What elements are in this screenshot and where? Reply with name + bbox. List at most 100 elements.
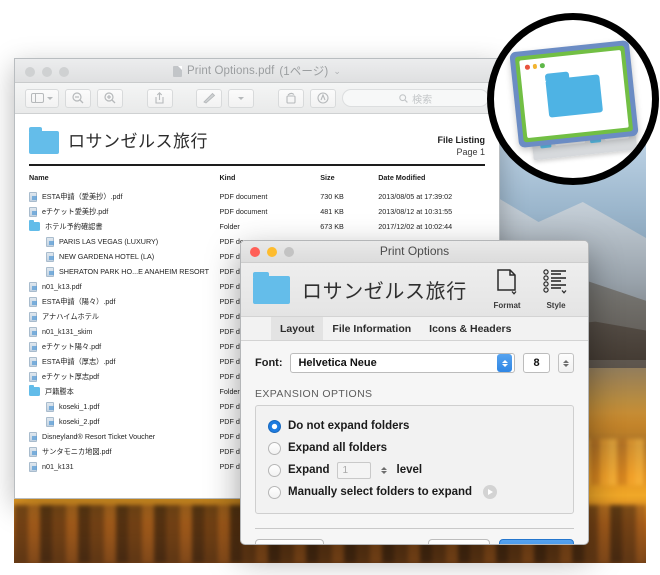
pdf-icon bbox=[29, 341, 37, 352]
table-row: ESTA申請（愛美抄）.pdf PDF document 730 KB 2013/08… bbox=[29, 189, 485, 204]
minimize-light-icon bbox=[532, 63, 538, 69]
file-name-text: n01_k131_skim bbox=[42, 327, 93, 336]
pdf-icon bbox=[46, 416, 54, 427]
expand-level-suffix: level bbox=[396, 464, 423, 476]
file-name-text: 戸籍謄本 bbox=[45, 386, 74, 396]
radio-row-expand-level[interactable]: Expand 1 level bbox=[268, 459, 561, 481]
file-name-cell: n01_k131_skim bbox=[29, 326, 219, 337]
pdf-icon bbox=[29, 431, 37, 442]
file-name-text: Disneyland® Resort Ticket Voucher bbox=[42, 432, 156, 441]
file-name-text: ESTA申請（陽々）.pdf bbox=[42, 296, 116, 306]
font-size-input[interactable]: 8 bbox=[523, 353, 550, 373]
cell-name: koseki_1.pdf bbox=[29, 399, 219, 414]
file-name-cell: ESTA申請（愛美抄）.pdf bbox=[29, 191, 219, 202]
window-canvas bbox=[519, 49, 629, 139]
column-header-name: Name bbox=[29, 173, 49, 182]
font-family-value: Helvetica Neue bbox=[298, 357, 377, 369]
markup-dropdown-button[interactable] bbox=[228, 88, 255, 108]
cell-name: koseki_2.pdf bbox=[29, 414, 219, 429]
font-size-stepper[interactable] bbox=[558, 353, 574, 373]
cell-kind: PDF document bbox=[219, 192, 268, 201]
file-name-text: NEW GARDENA HOTEL (LA) bbox=[59, 252, 155, 261]
expand-level-input[interactable]: 1 bbox=[336, 461, 371, 479]
file-name-text: ホテル予約確認書 bbox=[45, 221, 103, 231]
pdf-icon bbox=[29, 311, 37, 322]
radio-expand-level[interactable] bbox=[268, 463, 281, 477]
pdf-toolbar: 検索 bbox=[15, 83, 499, 114]
file-name-text: koseki_1.pdf bbox=[59, 402, 100, 411]
file-name-cell: NEW GARDENA HOTEL (LA) bbox=[29, 251, 219, 262]
font-family-select[interactable]: Helvetica Neue bbox=[290, 353, 515, 373]
expand-level-stepper[interactable] bbox=[378, 462, 390, 479]
tab-file-information[interactable]: File Information bbox=[323, 317, 420, 340]
file-name-cell: ホテル予約確認書 bbox=[29, 220, 219, 232]
format-button[interactable]: Format bbox=[489, 269, 525, 310]
file-name-cell: eチケット愛美抄.pdf bbox=[29, 206, 219, 217]
rotate-button[interactable] bbox=[278, 88, 305, 108]
presets-button[interactable]: Presets bbox=[255, 539, 324, 544]
file-name-cell: サンタモニカ地図.pdf bbox=[29, 446, 219, 457]
chevron-down-icon[interactable]: ⌄ bbox=[333, 66, 341, 77]
print-button[interactable]: Print bbox=[498, 539, 574, 544]
column-header-date: Date Modified bbox=[378, 173, 426, 182]
cell-name: 戸籍謄本 bbox=[29, 384, 219, 399]
zoom-out-button[interactable] bbox=[65, 88, 91, 108]
share-button[interactable] bbox=[146, 88, 173, 108]
pdf-page-meta: File Listing Page 1 bbox=[437, 130, 485, 158]
cell-date: 2013/08/05 at 17:39:02 bbox=[378, 192, 453, 201]
file-name-text: koseki_2.pdf bbox=[59, 417, 100, 426]
font-size-value: 8 bbox=[533, 357, 540, 369]
table-row: eチケット愛美抄.pdf PDF document 481 KB 2013/08/12… bbox=[29, 204, 485, 219]
pdf-window-title: Print Options.pdf (1ページ) ⌄ bbox=[15, 63, 499, 79]
table-header-row: Name Kind Size Date Modified bbox=[29, 173, 485, 189]
radio-manual-select[interactable] bbox=[268, 485, 281, 499]
cell-name: NEW GARDENA HOTEL (LA) bbox=[29, 249, 219, 264]
cell-name: ESTA申請（厚志）.pdf bbox=[29, 354, 219, 369]
radio-expand-all[interactable] bbox=[268, 441, 281, 455]
chevron-down-icon bbox=[47, 96, 53, 100]
sidebar-icon bbox=[31, 93, 44, 103]
dialog-tab-bar: Layout File Information Icons & Headers bbox=[241, 317, 588, 341]
sidebar-toggle-button[interactable] bbox=[25, 88, 59, 108]
font-family-stepper-icon bbox=[497, 354, 512, 372]
cell-kind: Folder bbox=[219, 222, 240, 231]
cell-kind: PDF document bbox=[219, 207, 268, 216]
tab-layout[interactable]: Layout bbox=[271, 317, 324, 340]
folder-icon bbox=[29, 220, 40, 231]
search-icon bbox=[399, 93, 408, 103]
radio-row-expand-all[interactable]: Expand all folders bbox=[268, 437, 561, 459]
radio-do-not-expand[interactable] bbox=[268, 419, 281, 433]
cell-name: Disneyland® Resort Ticket Voucher bbox=[29, 429, 219, 444]
pdf-icon bbox=[46, 266, 54, 277]
file-name-text: PARIS LAS VEGAS (LUXURY) bbox=[59, 237, 159, 246]
feature-badge bbox=[487, 13, 659, 185]
cancel-button[interactable]: Cancel bbox=[427, 539, 490, 544]
annotate-button[interactable] bbox=[310, 88, 337, 108]
search-input[interactable]: 検索 bbox=[342, 89, 489, 107]
pdf-icon bbox=[29, 191, 37, 202]
cell-name: eチケット陽々.pdf bbox=[29, 339, 219, 354]
cell-size: 730 KB bbox=[320, 192, 344, 201]
style-button[interactable]: Style bbox=[538, 269, 574, 310]
pdf-window-titlebar[interactable]: Print Options.pdf (1ページ) ⌄ bbox=[15, 59, 499, 83]
cell-date: 2017/12/02 at 10:02:44 bbox=[378, 222, 453, 231]
chevron-right-icon bbox=[488, 489, 494, 495]
pdf-icon bbox=[29, 296, 37, 307]
file-name-cell: Disneyland® Resort Ticket Voucher bbox=[29, 431, 219, 442]
chevron-up-icon bbox=[563, 359, 569, 363]
markup-button[interactable] bbox=[196, 88, 223, 108]
radio-row-do-not-expand[interactable]: Do not expand folders bbox=[268, 415, 561, 437]
cell-name: ESTA申請（陽々）.pdf bbox=[29, 294, 219, 309]
dialog-titlebar[interactable]: Print Options bbox=[241, 241, 588, 263]
zoom-in-button[interactable] bbox=[97, 88, 123, 108]
cell-size: 481 KB bbox=[320, 207, 344, 216]
file-name-cell: SHERATON PARK HO...E ANAHEIM RESORT bbox=[29, 266, 219, 277]
radio-row-manual-select[interactable]: Manually select folders to expand bbox=[268, 481, 561, 503]
chevron-up-icon bbox=[501, 359, 508, 363]
tab-icons-headers[interactable]: Icons & Headers bbox=[420, 317, 520, 340]
file-name-text: ESTA申請（愛美抄）.pdf bbox=[42, 191, 123, 201]
disclosure-arrow-button[interactable] bbox=[483, 485, 498, 499]
file-name-text: eチケット愛美抄.pdf bbox=[42, 206, 109, 216]
format-label: Format bbox=[493, 301, 521, 310]
dialog-header: ロサンゼルス旅行 Format Style bbox=[241, 263, 588, 317]
